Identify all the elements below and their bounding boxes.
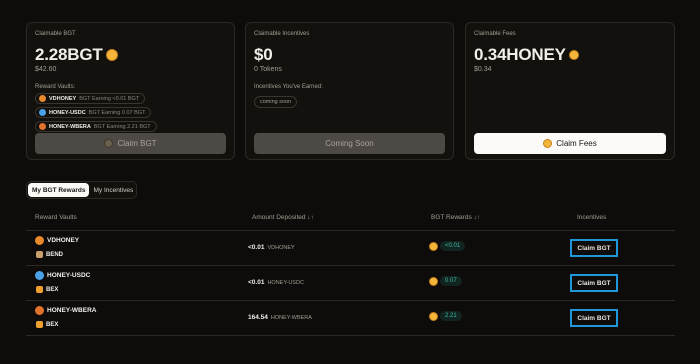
claim-bgt-button[interactable]: Claim BGT [35,133,226,154]
bgt-reward: 2.21 [429,311,462,321]
table-row[interactable]: HONEY-USDC BEX <0.01 HONEY-USDC 0.07 Clai… [26,265,675,300]
amount-value: <0.01 [248,279,265,286]
bgt-coin-icon [429,276,438,286]
card-label: Claimable BGT [35,31,76,37]
table-bottom-divider [26,335,675,336]
claimable-fees-card: Claimable Fees 0.34HONEY $0.34 Claim Fee… [465,22,675,160]
claimable-incentives-card: Claimable Incentives $0 0 Tokens Incenti… [245,22,454,160]
honey-wbera-token-icon [39,123,46,130]
vault-pill-list: VDHONEY BGT Earning <0.01 BGT HONEY-USDC… [35,93,226,132]
claim-fees-button[interactable]: Claim Fees [474,133,666,154]
honey-coin-icon [543,139,553,148]
vault-source: BEX [36,286,58,293]
coming-soon-button[interactable]: Coming Soon [254,133,445,154]
bex-protocol-icon [36,321,43,328]
vault-source-label: BEX [46,286,59,293]
reward-value: 0.07 [440,276,462,286]
amount-deposited: 164.54 HONEY-WBERA [248,314,312,321]
bgt-reward: <0.01 [429,241,466,251]
fees-amount-value: 0.34HONEY [474,45,566,64]
tab-my-bgt-rewards[interactable]: My BGT Rewards [28,183,90,197]
vault-pill: HONEY-USDC BGT Earning 0.07 BGT [35,107,152,118]
vault-pill: VDHONEY BGT Earning <0.01 BGT [35,93,146,104]
bgt-coin-icon [429,241,438,251]
bend-protocol-icon [36,251,43,258]
incentives-earned-label: Incentives You've Earned: [254,84,323,90]
table-row[interactable]: HONEY-WBERA BEX 164.54 HONEY-WBERA 2.21 C… [26,300,675,335]
bgt-coin-icon [429,311,438,321]
vault-pill-name: VDHONEY [49,95,77,102]
coming-soon-label: Coming Soon [325,139,374,148]
honey-wbera-token-icon [35,306,44,315]
vault-source-label: BEND [46,251,64,258]
vault-name-label: HONEY-USDC [47,272,91,279]
vault-pill-detail: BGT Earning <0.01 BGT [79,95,140,102]
vault-pill-name: HONEY-USDC [49,109,86,116]
vault-pill: HONEY-WBERA BGT Earning 2.21 BGT [35,121,157,132]
vdhoney-token-icon [35,236,44,245]
fees-usd-value: $0.34 [474,66,492,73]
incentives-amount: $0 [254,45,273,64]
header-incentives: Incentives [577,214,607,221]
rewards-tabs: My BGT Rewards My Incentives [26,181,137,199]
vault-pill-detail: BGT Earning 0.07 BGT [88,109,146,116]
reward-vaults-label: Reward Vaults: [35,84,76,90]
claim-bgt-row-button[interactable]: Claim BGT [570,309,618,327]
bex-protocol-icon [36,286,43,293]
vdhoney-token-icon [39,95,46,102]
vault-pill-detail: BGT Earning 2.21 BGT [93,123,151,130]
amount-value: 164.54 [248,314,268,321]
vault-name: HONEY-WBERA [35,306,96,315]
bgt-reward: 0.07 [429,276,462,286]
vault-name-label: HONEY-WBERA [47,307,97,314]
coming-soon-badge: coming soon [254,96,298,108]
vault-source-label: BEX [46,321,59,328]
card-label: Claimable Fees [474,31,516,37]
amount-deposited: <0.01 VDHONEY [248,244,295,251]
amount-unit: VDHONEY [267,245,295,251]
vault-source: BEX [36,321,58,328]
amount-value: <0.01 [248,244,265,251]
amount-unit: HONEY-WBERA [270,315,312,321]
honey-usdc-token-icon [35,271,44,280]
header-bgt-rewards[interactable]: BGT Rewards ↓↑ [431,214,480,221]
claim-bgt-row-button[interactable]: Claim BGT [570,239,618,257]
tab-my-incentives[interactable]: My Incentives [89,183,137,197]
card-label: Claimable Incentives [254,31,310,37]
header-amount-deposited[interactable]: Amount Deposited ↓↑ [252,214,314,221]
bgt-amount: 2.28BGT [35,45,226,65]
fees-amount: 0.34HONEY [474,45,666,65]
claimable-bgt-card: Claimable BGT 2.28BGT $42.60 Reward Vaul… [26,22,235,160]
vault-name-label: VDHONEY [47,237,80,244]
claim-bgt-label: Claim BGT [117,139,157,148]
vault-name: VDHONEY [35,236,79,245]
bgt-amount-value: 2.28BGT [35,45,103,64]
bgt-usd-value: $42.60 [35,66,57,73]
header-reward-vaults: Reward Vaults [35,214,77,221]
amount-deposited: <0.01 HONEY-USDC [248,279,304,286]
reward-value: 2.21 [440,311,462,321]
incentives-tokens: 0 Tokens [254,66,282,73]
honey-coin-icon [568,50,579,60]
honey-usdc-token-icon [39,109,46,116]
table-header: Reward Vaults Amount Deposited ↓↑ BGT Re… [26,212,675,226]
table-row[interactable]: VDHONEY BEND <0.01 VDHONEY <0.01 Claim BG… [26,230,675,265]
bgt-coin-icon [104,139,114,148]
vault-pill-name: HONEY-WBERA [49,123,91,130]
reward-value: <0.01 [440,241,466,251]
claim-fees-label: Claim Fees [556,139,597,148]
vault-source: BEND [36,251,63,258]
bgt-coin-icon [105,49,118,61]
vault-name: HONEY-USDC [35,271,90,280]
claim-bgt-row-button[interactable]: Claim BGT [570,274,618,292]
amount-unit: HONEY-USDC [267,280,304,286]
